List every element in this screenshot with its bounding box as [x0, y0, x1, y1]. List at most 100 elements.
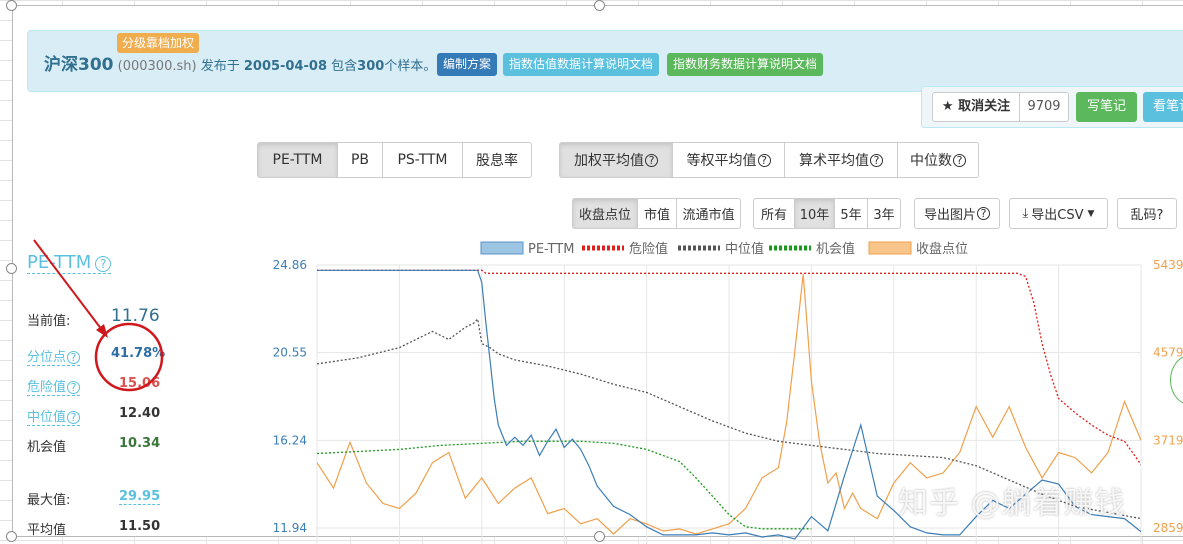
stat-median: 中位值? 12.40: [27, 406, 167, 426]
published-prefix: 发布于: [200, 59, 240, 74]
help-icon[interactable]: ?: [757, 153, 771, 167]
help-icon[interactable]: ?: [977, 207, 990, 220]
contains-prefix: 包含: [331, 59, 358, 74]
tab-weighted-average[interactable]: 加权平均值?: [559, 142, 673, 178]
stat-average: 平均值 11.50: [27, 519, 167, 539]
tab-close-price[interactable]: 收盘点位: [572, 198, 638, 229]
tab-float-market-cap[interactable]: 流通市值: [676, 198, 741, 229]
stat-danger-label[interactable]: 危险值?: [27, 376, 81, 396]
stat-current-value: 11.76: [111, 306, 160, 326]
tab-period-3y[interactable]: 3年: [867, 198, 901, 229]
export-csv-button[interactable]: ⤓ 导出CSV ▼: [1009, 198, 1108, 229]
stat-max: 最大值: 29.95: [27, 489, 167, 509]
tab-median[interactable]: 中位数?: [897, 142, 979, 178]
unfollow-label: 取消关注: [958, 99, 1011, 114]
garbled-text-button[interactable]: 乱码?: [1117, 198, 1177, 229]
resize-handle-top-left[interactable]: [6, 0, 17, 11]
published-date: 2005-04-08: [243, 59, 328, 74]
y-right-tick-label: 3719: [1153, 433, 1183, 447]
weighting-badge: 分级靠档加权: [117, 33, 200, 53]
tab-weighted-average-label: 加权平均值: [574, 153, 644, 169]
stat-danger-label-text: 危险值: [27, 380, 67, 395]
help-icon[interactable]: ?: [67, 381, 81, 394]
export-image-label: 导出图片: [923, 208, 976, 223]
y-left-tick-label: 11.94: [273, 521, 307, 535]
tab-market-cap[interactable]: 市值: [637, 198, 677, 229]
tab-arithmetic-average[interactable]: 算术平均值?: [784, 142, 898, 178]
contains-suffix: 个样本。: [384, 59, 437, 74]
help-icon[interactable]: ?: [67, 411, 81, 424]
help-icon[interactable]: ?: [870, 153, 883, 167]
period-group: 所有 10年 5年 3年: [753, 198, 901, 229]
stat-percentile: 分位点? 41.78%: [27, 346, 167, 366]
stat-danger: 危险值? 15.06: [27, 376, 167, 396]
stat-current-label: 当前值:: [27, 314, 71, 329]
y-left-tick-label: 16.24: [273, 433, 307, 447]
legend-swatch: [480, 241, 524, 255]
help-icon[interactable]: ?: [67, 351, 81, 364]
legend-label: 中位值: [725, 241, 764, 257]
caret-down-icon: ▼: [1087, 208, 1095, 219]
y-right-tick-label: 2859: [1153, 521, 1183, 535]
star-icon: ★: [941, 99, 954, 114]
download-icon: ⤓: [1022, 206, 1029, 221]
stat-panel-title-text: PE-TTM: [27, 252, 92, 273]
tab-equal-weight-average[interactable]: 等权平均值?: [672, 142, 785, 178]
financial-doc-button[interactable]: 指数财务数据计算说明文档: [667, 53, 824, 76]
legend-swatch: [868, 241, 912, 255]
tab-period-10y[interactable]: 10年: [794, 198, 835, 229]
stat-percentile-label[interactable]: 分位点?: [27, 346, 81, 366]
stat-median-label[interactable]: 中位值?: [27, 406, 81, 426]
tab-ps-ttm[interactable]: PS-TTM: [382, 142, 463, 178]
tab-period-5y[interactable]: 5年: [834, 198, 868, 229]
help-icon[interactable]: ?: [953, 153, 966, 167]
index-name: 沪深300: [44, 55, 114, 75]
stat-current: 当前值: 11.76: [27, 306, 167, 330]
y-left-tick-label: 24.86: [273, 258, 307, 272]
stat-median-label-text: 中位值: [27, 410, 67, 425]
stat-panel-title[interactable]: PE-TTM?: [27, 252, 112, 274]
stat-percentile-label-text: 分位点: [27, 350, 67, 365]
compilation-plan-button[interactable]: 编制方案: [437, 53, 498, 76]
stat-chance-value: 10.34: [119, 436, 161, 451]
watermark: 知乎 @躺着赚钱: [898, 486, 1126, 521]
tab-equal-weight-average-label: 等权平均值: [686, 153, 757, 169]
average-tab-group: 加权平均值? 等权平均值? 算术平均值? 中位数?: [559, 142, 979, 178]
price-basis-group: 收盘点位 市值 流通市值: [572, 198, 741, 229]
legend-label: PE-TTM: [528, 242, 574, 257]
help-icon[interactable]: ?: [95, 256, 112, 272]
index-code: (000300.sh): [117, 59, 197, 74]
stat-max-label: 最大值:: [27, 493, 71, 508]
tab-dividend-yield[interactable]: 股息率: [462, 142, 532, 178]
write-note-button[interactable]: 写笔记: [1076, 92, 1137, 122]
stat-max-value[interactable]: 29.95: [119, 489, 161, 505]
tab-median-label: 中位数: [910, 153, 952, 169]
help-icon[interactable]: ?: [645, 153, 658, 167]
tab-pe-ttm[interactable]: PE-TTM: [257, 142, 338, 178]
tab-pb[interactable]: PB: [337, 142, 383, 178]
resize-handle-bottom-left[interactable]: [6, 531, 17, 542]
y-right-tick-label: 5439: [1153, 258, 1183, 272]
export-csv-label: 导出CSV: [1031, 208, 1084, 223]
legend-label: 机会值: [816, 241, 855, 257]
valuation-doc-button[interactable]: 指数估值数据计算说明文档: [503, 53, 660, 76]
index-description: 沪深300 (000300.sh) 发布于 2005-04-08 包含300个样…: [44, 54, 436, 76]
stat-danger-value: 15.06: [119, 376, 161, 391]
resize-handle-top-middle[interactable]: [594, 0, 605, 11]
stat-chance: 机会值 10.34: [27, 436, 167, 456]
y-left-tick-label: 20.55: [273, 346, 307, 360]
stat-percentile-value: 41.78%: [111, 346, 166, 361]
resize-handle-bottom-middle[interactable]: [594, 531, 605, 542]
stat-median-value: 12.40: [119, 406, 161, 421]
stat-average-value: 11.50: [119, 519, 161, 534]
follower-count: 9709: [1019, 92, 1069, 122]
view-note-button[interactable]: 看笔记: [1143, 92, 1183, 122]
y-right-tick-label: 4579: [1153, 346, 1183, 360]
stat-average-label: 平均值: [27, 523, 67, 538]
unfollow-button[interactable]: ★ 取消关注: [932, 92, 1020, 122]
tab-period-all[interactable]: 所有: [753, 198, 795, 229]
legend-label: 收盘点位: [916, 241, 968, 257]
export-image-button[interactable]: 导出图片?: [914, 198, 1000, 229]
metric-tab-group: PE-TTM PB PS-TTM 股息率: [257, 142, 532, 178]
resize-handle-middle-left[interactable]: [6, 263, 17, 274]
